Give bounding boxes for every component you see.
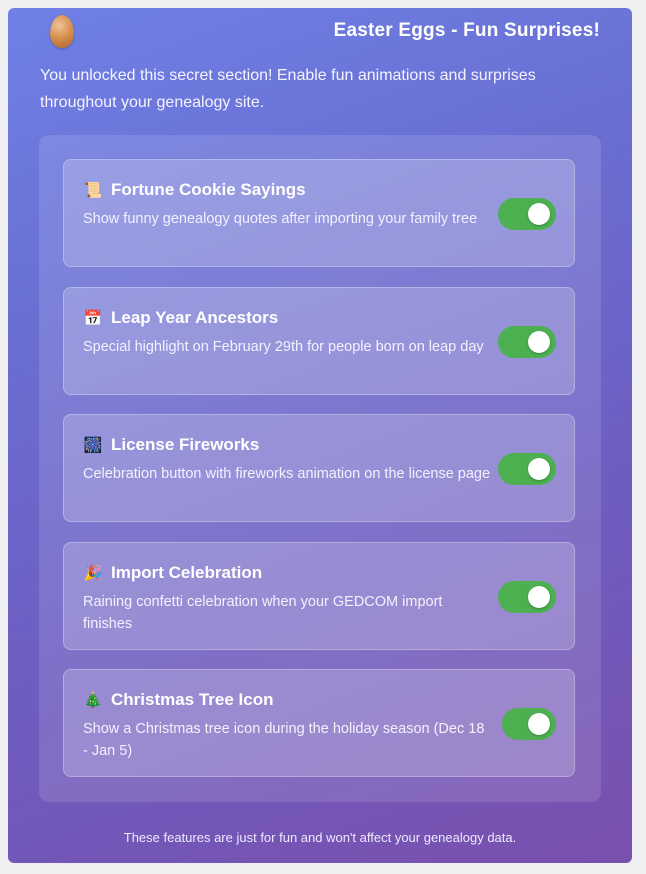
toggle-knob (528, 331, 550, 353)
feature-title: Christmas Tree Icon (111, 690, 274, 709)
feature-title: License Fireworks (111, 435, 260, 454)
footer-note: These features are just for fun and won'… (123, 830, 517, 845)
christmas-tree-icon: 🎄 (83, 691, 103, 709)
feature-card-leap-year: 📅 Leap Year Ancestors Special highlight … (63, 287, 575, 395)
toggle-knob (528, 713, 550, 735)
license-fireworks-toggle[interactable] (498, 453, 556, 485)
toggle-knob (528, 586, 550, 608)
fortune-cookie-toggle[interactable] (498, 198, 556, 230)
leap-year-toggle[interactable] (498, 326, 556, 358)
fireworks-icon: 🎆 (83, 436, 103, 454)
feature-description: Show funny genealogy quotes after import… (83, 211, 478, 227)
toggle-knob (528, 458, 550, 480)
party-popper-icon: 🎉 (83, 564, 103, 582)
feature-card-license-fireworks: 🎆 License Fireworks Celebration button w… (63, 414, 575, 522)
christmas-tree-toggle[interactable] (502, 708, 556, 740)
feature-description: Celebration button with fireworks animat… (83, 466, 491, 482)
easter-eggs-panel: Easter Eggs - Fun Surprises! You unlocke… (8, 8, 632, 863)
scroll-icon: 📜 (83, 181, 103, 199)
egg-icon (50, 15, 74, 48)
calendar-icon: 📅 (83, 309, 103, 327)
intro-text: You unlocked this secret section! Enable… (40, 67, 536, 111)
import-celebration-toggle[interactable] (498, 581, 556, 613)
feature-description: Show a Christmas tree icon during the ho… (83, 721, 485, 759)
page-title: Easter Eggs - Fun Surprises! (333, 20, 600, 41)
feature-list: 📜 Fortune Cookie Sayings Show funny gene… (39, 135, 601, 802)
feature-description: Special highlight on February 29th for p… (83, 339, 484, 355)
feature-card-import-celebration: 🎉 Import Celebration Raining confetti ce… (63, 542, 575, 650)
feature-card-fortune-cookie: 📜 Fortune Cookie Sayings Show funny gene… (63, 159, 575, 267)
feature-title: Import Celebration (111, 563, 263, 582)
feature-card-christmas-tree: 🎄 Christmas Tree Icon Show a Christmas t… (63, 669, 575, 777)
feature-description: Raining confetti celebration when your G… (83, 594, 443, 632)
toggle-knob (528, 203, 550, 225)
feature-title: Leap Year Ancestors (111, 308, 279, 327)
feature-title: Fortune Cookie Sayings (111, 180, 306, 199)
